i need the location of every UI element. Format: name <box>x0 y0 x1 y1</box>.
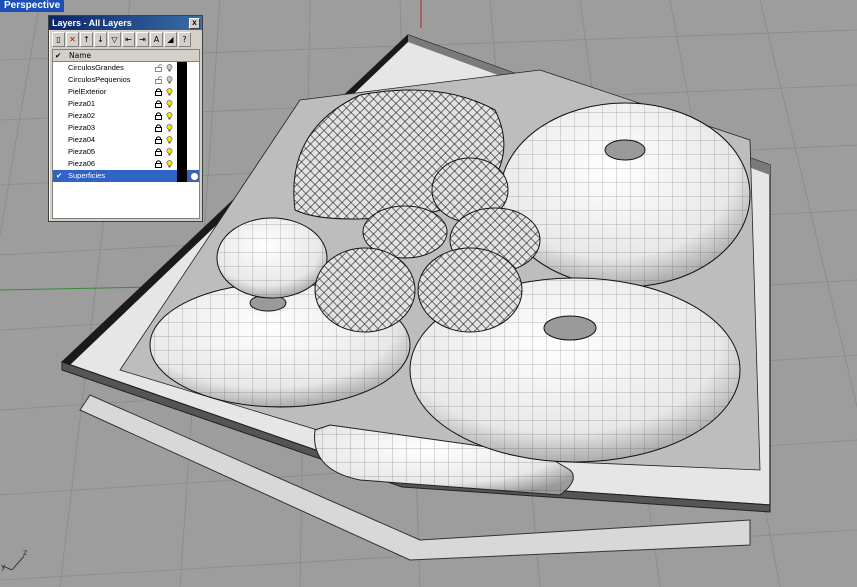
lightbulb-on-icon[interactable] <box>166 100 173 108</box>
layer-rows: CirculosGrandes CirculosPequenios PielExte… <box>53 62 199 182</box>
layer-name[interactable]: Superficies <box>68 170 105 182</box>
layer-color-swatch[interactable] <box>177 122 187 134</box>
lightbulb-on-icon[interactable] <box>166 88 173 96</box>
layer-name[interactable]: PielExterior <box>68 86 106 98</box>
layer-color-swatch[interactable] <box>177 110 187 122</box>
lock-closed-icon[interactable] <box>155 112 162 120</box>
material-circle-icon[interactable] <box>190 172 199 181</box>
lock-open-icon[interactable] <box>155 64 162 72</box>
layer-name[interactable]: Pieza01 <box>68 98 95 110</box>
change-layer-icon[interactable]: ⇥ <box>136 32 149 47</box>
layer-name[interactable]: Pieza04 <box>68 134 95 146</box>
layer-name[interactable]: Pieza06 <box>68 158 95 170</box>
lock-closed-icon[interactable] <box>155 148 162 156</box>
layers-toolbar: ▯ ✕ ↑ ↓ ▽ ⇤ ⇥ A ◢? <box>52 32 199 48</box>
lightbulb-on-icon[interactable] <box>166 112 173 120</box>
layer-row[interactable]: PielExterior <box>53 86 199 98</box>
lock-closed-icon[interactable] <box>155 88 162 96</box>
axis-y-label: y <box>1 562 6 571</box>
header-current-column[interactable]: ✔ <box>55 50 64 61</box>
lightbulb-on-icon[interactable] <box>166 160 173 168</box>
lock-closed-icon[interactable] <box>155 136 162 144</box>
axis-gizmo-icon <box>2 555 25 571</box>
lock-closed-icon[interactable] <box>155 124 162 132</box>
close-button[interactable]: x <box>189 18 200 29</box>
layer-color-swatch[interactable] <box>177 134 187 146</box>
viewport-title[interactable]: Perspective <box>0 0 65 12</box>
font-icon[interactable]: A <box>150 32 163 47</box>
move-down-icon[interactable]: ↓ <box>94 32 107 47</box>
layer-color-swatch[interactable] <box>177 158 187 170</box>
tools-icon[interactable]: ◢ <box>164 32 177 47</box>
layer-color-swatch[interactable] <box>177 86 187 98</box>
layer-row[interactable]: Pieza03 <box>53 122 199 134</box>
layer-row[interactable]: Pieza04 <box>53 134 199 146</box>
layer-name[interactable]: CirculosGrandes <box>68 62 124 74</box>
lightbulb-on-icon[interactable] <box>166 148 173 156</box>
layer-row[interactable]: Pieza05 <box>53 146 199 158</box>
current-layer-check-icon[interactable]: ✔ <box>56 170 64 182</box>
layers-titlebar[interactable]: Layers - All Layers x <box>49 16 202 30</box>
layer-color-swatch[interactable] <box>177 170 187 182</box>
layer-row[interactable]: Pieza06 <box>53 158 199 170</box>
layer-color-swatch[interactable] <box>177 98 187 110</box>
layer-row[interactable]: ✔ Superficies <box>53 170 199 182</box>
move-up-icon[interactable]: ↑ <box>80 32 93 47</box>
lock-closed-icon[interactable] <box>155 160 162 168</box>
layer-name[interactable]: Pieza03 <box>68 122 95 134</box>
filter-icon[interactable]: ▽ <box>108 32 121 47</box>
layer-name[interactable]: CirculosPequenios <box>68 74 131 86</box>
lightbulb-off-icon[interactable] <box>166 64 173 72</box>
layer-name[interactable]: Pieza02 <box>68 110 95 122</box>
lightbulb-on-icon[interactable] <box>166 124 173 132</box>
new-layer-icon[interactable]: ▯ <box>52 32 65 47</box>
layer-name[interactable]: Pieza05 <box>68 146 95 158</box>
header-name-column[interactable]: Name <box>69 50 91 61</box>
select-objects-icon[interactable]: ⇤ <box>122 32 135 47</box>
layer-color-swatch[interactable] <box>177 74 187 86</box>
layer-color-swatch[interactable] <box>177 146 187 158</box>
delete-layer-icon[interactable]: ✕ <box>66 32 79 47</box>
layer-row[interactable]: Pieza02 <box>53 110 199 122</box>
layers-list: ✔ Name CirculosGrandes CirculosPequenios P… <box>52 49 200 219</box>
lock-closed-icon[interactable] <box>155 100 162 108</box>
lightbulb-off-icon[interactable] <box>166 76 173 84</box>
layers-title: Layers - All Layers <box>52 18 132 28</box>
layer-row[interactable]: Pieza01 <box>53 98 199 110</box>
help-icon[interactable]: ? <box>178 32 191 47</box>
axis-z-label: z <box>23 548 28 557</box>
lightbulb-on-icon[interactable] <box>166 136 173 144</box>
layer-color-swatch[interactable] <box>177 62 187 74</box>
layer-row[interactable]: CirculosGrandes <box>53 62 199 74</box>
layer-row[interactable]: CirculosPequenios <box>53 74 199 86</box>
layers-panel: Layers - All Layers x ▯ ✕ ↑ ↓ ▽ ⇤ ⇥ A ◢? ✔ Name … <box>48 15 203 222</box>
list-header: ✔ Name <box>53 50 199 62</box>
lock-open-icon[interactable] <box>155 76 162 84</box>
